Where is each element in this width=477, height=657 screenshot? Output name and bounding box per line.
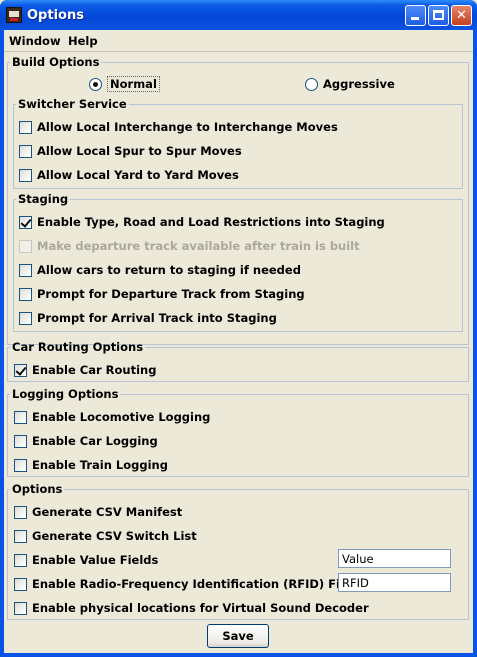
value-fields-label: Enable Value Fields: [32, 553, 159, 567]
logging-options-legend: Logging Options: [12, 387, 119, 401]
menu-bar: Window Help: [4, 30, 473, 52]
locomotive-logging-label: Enable Locomotive Logging: [32, 410, 211, 424]
menu-help[interactable]: Help: [68, 34, 98, 48]
car-logging-checkbox[interactable]: [14, 434, 27, 448]
locomotive-logging-row[interactable]: Enable Locomotive Logging: [14, 408, 210, 426]
departure-track-label: Make departure track available after tra…: [37, 239, 360, 253]
csv-switch-list-checkbox[interactable]: [14, 529, 27, 543]
maximize-button[interactable]: [428, 5, 449, 26]
train-logging-checkbox[interactable]: [14, 458, 27, 472]
return-to-staging-label: Allow cars to return to staging if neede…: [37, 263, 301, 277]
radio-aggressive[interactable]: Aggressive: [305, 75, 395, 93]
train-icon: [6, 7, 22, 23]
allow-yard-checkbox[interactable]: [19, 168, 32, 182]
maximize-icon: [433, 10, 444, 20]
minimize-button[interactable]: [405, 5, 426, 26]
enable-car-routing-label: Enable Car Routing: [32, 363, 157, 377]
close-button[interactable]: ✕: [451, 5, 472, 26]
switcher-service-legend: Switcher Service: [18, 97, 127, 111]
menu-window[interactable]: Window: [9, 34, 61, 48]
rfid-field-input[interactable]: [338, 573, 451, 592]
csv-manifest-label: Generate CSV Manifest: [32, 505, 183, 519]
rfid-fields-checkbox[interactable]: [14, 577, 27, 591]
build-options-legend: Build Options: [12, 55, 100, 69]
close-icon: ✕: [456, 8, 467, 23]
return-to-staging-checkbox[interactable]: [19, 263, 32, 277]
allow-spur-label: Allow Local Spur to Spur Moves: [37, 144, 242, 158]
value-fields-checkbox[interactable]: [14, 553, 27, 567]
allow-interchange-label: Allow Local Interchange to Interchange M…: [37, 120, 338, 134]
value-fields-row[interactable]: Enable Value Fields: [14, 551, 158, 569]
train-logging-label: Enable Train Logging: [32, 458, 168, 472]
allow-yard-label: Allow Local Yard to Yard Moves: [37, 168, 239, 182]
aggressive-label: Aggressive: [323, 77, 395, 91]
prompt-departure-label: Prompt for Departure Track from Staging: [37, 287, 305, 301]
staging-legend: Staging: [18, 192, 69, 206]
rfid-fields-row[interactable]: Enable Radio-Frequency Identification (R…: [14, 575, 367, 593]
allow-spur-checkbox[interactable]: [19, 144, 32, 158]
normal-radio-button[interactable]: [89, 77, 102, 91]
virtual-sound-decoder-label: Enable physical locations for Virtual So…: [32, 601, 369, 615]
locomotive-logging-checkbox[interactable]: [14, 410, 27, 424]
options-legend: Options: [12, 482, 63, 496]
title-bar[interactable]: Options ✕: [0, 0, 477, 30]
normal-label: Normal: [107, 76, 160, 92]
window-title: Options: [27, 8, 84, 23]
csv-manifest-row[interactable]: Generate CSV Manifest: [14, 503, 182, 521]
aggressive-radio-button[interactable]: [305, 77, 318, 91]
allow-yard-checkbox-row[interactable]: Allow Local Yard to Yard Moves: [19, 166, 239, 184]
prompt-arrival-checkbox[interactable]: [19, 311, 32, 325]
enable-car-routing-row[interactable]: Enable Car Routing: [14, 361, 156, 379]
prompt-departure-row[interactable]: Prompt for Departure Track from Staging: [19, 285, 305, 303]
car-logging-row[interactable]: Enable Car Logging: [14, 432, 158, 450]
enable-car-routing-checkbox[interactable]: [14, 363, 27, 377]
prompt-departure-checkbox[interactable]: [19, 287, 32, 301]
departure-track-row: Make departure track available after tra…: [19, 237, 360, 255]
radio-normal[interactable]: Normal: [89, 75, 160, 93]
train-logging-row[interactable]: Enable Train Logging: [14, 456, 168, 474]
value-field-input[interactable]: [338, 549, 451, 568]
departure-track-checkbox: [19, 239, 32, 253]
window-content: Window Help Build Options Normal Aggress…: [4, 30, 473, 653]
staging-restrictions-checkbox[interactable]: [19, 215, 32, 229]
save-button[interactable]: Save: [207, 624, 269, 648]
csv-switch-list-label: Generate CSV Switch List: [32, 529, 197, 543]
staging-restrictions-label: Enable Type, Road and Load Restrictions …: [37, 215, 385, 229]
allow-interchange-checkbox-row[interactable]: Allow Local Interchange to Interchange M…: [19, 118, 338, 136]
virtual-sound-decoder-checkbox[interactable]: [14, 601, 27, 615]
csv-switch-list-row[interactable]: Generate CSV Switch List: [14, 527, 197, 545]
prompt-arrival-row[interactable]: Prompt for Arrival Track into Staging: [19, 309, 277, 327]
return-to-staging-row[interactable]: Allow cars to return to staging if neede…: [19, 261, 301, 279]
staging-restrictions-row[interactable]: Enable Type, Road and Load Restrictions …: [19, 213, 385, 231]
minimize-icon: [411, 17, 419, 20]
allow-spur-checkbox-row[interactable]: Allow Local Spur to Spur Moves: [19, 142, 242, 160]
allow-interchange-checkbox[interactable]: [19, 120, 32, 134]
virtual-sound-decoder-row[interactable]: Enable physical locations for Virtual So…: [14, 599, 369, 617]
rfid-fields-label: Enable Radio-Frequency Identification (R…: [32, 577, 367, 591]
prompt-arrival-label: Prompt for Arrival Track into Staging: [37, 311, 277, 325]
car-routing-legend: Car Routing Options: [12, 340, 144, 354]
csv-manifest-checkbox[interactable]: [14, 505, 27, 519]
car-logging-label: Enable Car Logging: [32, 434, 158, 448]
